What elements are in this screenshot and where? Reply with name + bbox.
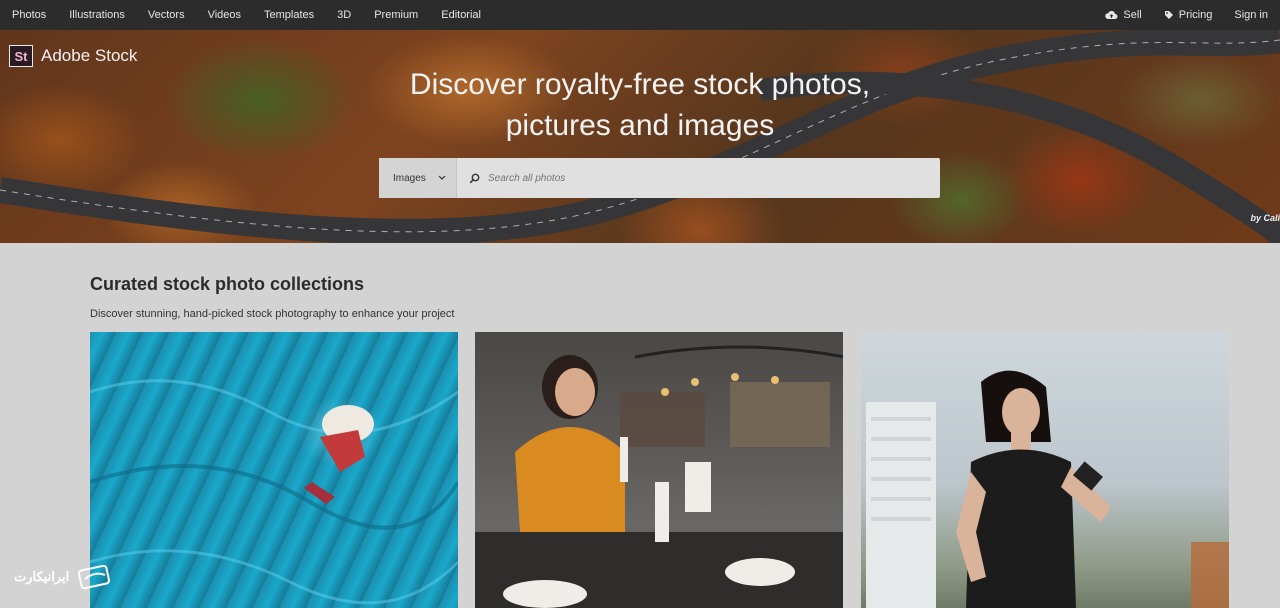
nav-editorial[interactable]: Editorial [441,9,481,21]
watermark-text: ایرانیکارت [14,568,69,586]
pricing-label: Pricing [1178,9,1213,21]
logo-badge: St [9,45,33,67]
pricing-link[interactable]: Pricing [1164,9,1213,21]
nav-videos[interactable]: Videos [208,9,241,21]
cloud-upload-icon [1105,11,1118,19]
nav-vectors[interactable]: Vectors [148,9,185,21]
collection-image-dinner [475,345,843,608]
hero-headline: Discover royalty-free stock photos, pict… [409,68,871,142]
search-bar: Images [379,158,940,198]
collection-image-runner [866,370,1229,608]
signin-link[interactable]: Sign in [1234,9,1268,21]
search-field [457,158,940,198]
adobe-stock-logo[interactable]: St Adobe Stock [9,45,137,67]
collection-card-runner[interactable] [861,332,1229,608]
search-icon[interactable] [469,173,480,184]
account-nav: Sell Pricing Sign in [1083,9,1268,21]
watermark-logo-icon [78,565,111,589]
collections-subtitle: Discover stunning, hand-picked stock pho… [90,308,455,320]
collection-card-dinner[interactable] [475,332,843,608]
collection-image-fabric [90,379,458,605]
search-input[interactable] [488,172,888,184]
top-nav: Photos Illustrations Vectors Videos Temp… [0,0,1280,30]
nav-3d[interactable]: 3D [337,9,351,21]
chevron-down-icon [438,175,446,180]
tag-icon [1164,11,1173,19]
nav-templates[interactable]: Templates [264,9,314,21]
nav-photos[interactable]: Photos [12,9,46,21]
nav-illustrations[interactable]: Illustrations [69,9,125,21]
sell-link[interactable]: Sell [1105,9,1142,21]
sell-label: Sell [1123,9,1142,21]
watermark-label: ایرانیکارت [14,569,70,584]
search-category-select[interactable]: Images [379,158,457,198]
photo-credit[interactable]: by Cali [1250,213,1280,223]
site-watermark: ایرانیکارت [14,565,113,589]
collection-card-fabric[interactable] [90,332,458,608]
logo-wordmark: Adobe Stock [41,46,138,65]
search-category-value: Images [393,172,426,184]
category-nav: Photos Illustrations Vectors Videos Temp… [12,9,504,21]
signin-label: Sign in [1234,9,1268,21]
collections-title: Curated stock photo collections [90,274,365,294]
hero-banner: St Adobe Stock Discover royalty-free sto… [0,30,1280,243]
nav-premium[interactable]: Premium [374,9,418,21]
